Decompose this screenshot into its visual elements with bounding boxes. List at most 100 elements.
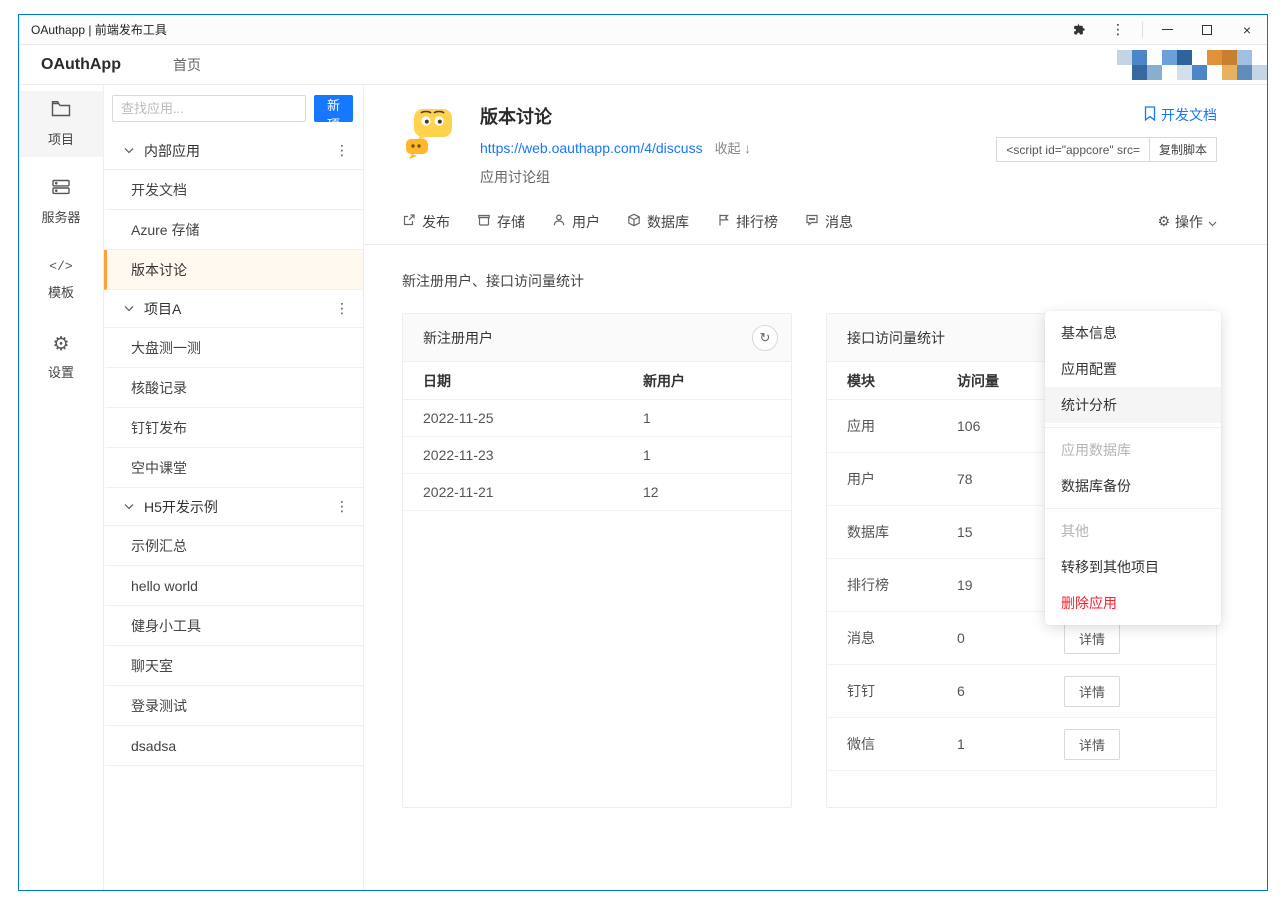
group-header-internal-apps[interactable]: 内部应用 ⋮ (104, 132, 363, 170)
card-title: 新注册用户 (423, 329, 493, 346)
menu-divider (1045, 427, 1221, 428)
table-row: 2022-11-23 1 (403, 437, 791, 474)
group-menu-icon[interactable]: ⋮ (333, 142, 351, 159)
new-users-card: 新注册用户 ↻ 日期 新用户 2022-11-25 1 2022-11-23 1 2 (402, 313, 792, 808)
menu-item-delete-app[interactable]: 删除应用 (1045, 585, 1221, 621)
app-list-item[interactable]: hello world (104, 566, 363, 606)
code-icon: </> (49, 259, 73, 274)
rail-item-settings[interactable]: ⚙ 设置 (19, 325, 103, 391)
chevron-down-icon (124, 147, 134, 154)
detail-button[interactable]: 详情 (1064, 622, 1121, 654)
app-list-item[interactable]: 空中课堂 (104, 448, 363, 488)
app-list-item[interactable]: dsadsa (104, 726, 363, 766)
external-link-icon (402, 213, 416, 230)
group-label: 项目A (144, 300, 182, 317)
folder-icon (51, 100, 71, 121)
app-subtitle: 应用讨论组 (480, 169, 550, 185)
tab-messages[interactable]: 消息 (805, 212, 853, 232)
app-list-item[interactable]: Azure 存储 (104, 210, 363, 250)
app-tabbar: 发布 存储 用户 数据库 排行榜 消息 ⚙ 操作 (364, 199, 1267, 245)
brand-pixel-logo (1117, 50, 1267, 80)
actions-menu-trigger[interactable]: ⚙ 操作 (1157, 212, 1217, 232)
dev-docs-link[interactable]: 开发文档 (1144, 105, 1217, 125)
rail-item-templates[interactable]: </> 模板 (19, 247, 103, 313)
app-list-item[interactable]: 核酸记录 (104, 368, 363, 408)
refresh-icon[interactable]: ↻ (752, 324, 778, 351)
tab-label: 用户 (572, 213, 600, 230)
menu-item-app-config[interactable]: 应用配置 (1045, 351, 1221, 387)
nav-item-home[interactable]: 首页 (173, 55, 201, 75)
menu-item-db-backup[interactable]: 数据库备份 (1045, 468, 1221, 504)
main-content: 版本讨论 https://web.oauthapp.com/4/discuss … (364, 85, 1267, 890)
tab-label: 发布 (422, 213, 450, 230)
tab-database[interactable]: 数据库 (627, 212, 689, 232)
app-list-item[interactable]: 健身小工具 (104, 606, 363, 646)
rail-item-label: 服务器 (41, 210, 81, 225)
table-row: 2022-11-25 1 (403, 400, 791, 437)
app-list-item[interactable]: 登录测试 (104, 686, 363, 726)
database-icon (627, 213, 641, 230)
server-icon (51, 178, 71, 199)
collapse-toggle[interactable]: 收起 ↓ (715, 138, 751, 157)
tab-label: 排行榜 (736, 213, 778, 230)
menu-divider (1045, 508, 1221, 509)
tab-publish[interactable]: 发布 (402, 212, 450, 232)
app-list-item[interactable]: 钉钉发布 (104, 408, 363, 448)
table-row: 钉钉 6 详情 (827, 665, 1216, 718)
gear-icon: ⚙ (1157, 213, 1170, 229)
app-list-item[interactable]: 示例汇总 (104, 526, 363, 566)
app-list-item[interactable]: 大盘测一测 (104, 328, 363, 368)
app-url-link[interactable]: https://web.oauthapp.com/4/discuss (480, 140, 703, 156)
rail-item-projects[interactable]: 项目 (19, 91, 103, 157)
chevron-down-icon (1208, 214, 1217, 230)
tab-users[interactable]: 用户 (552, 212, 600, 232)
search-input[interactable] (112, 95, 306, 122)
group-label: H5开发示例 (144, 498, 218, 515)
app-list-item[interactable]: 开发文档 (104, 170, 363, 210)
tab-storage[interactable]: 存储 (477, 212, 525, 232)
actions-label: 操作 (1175, 213, 1203, 230)
detail-button[interactable]: 详情 (1064, 675, 1121, 707)
close-icon[interactable]: × (1227, 15, 1267, 45)
group-menu-icon[interactable]: ⋮ (333, 300, 351, 317)
app-list-sidebar: 新项目 内部应用 ⋮ 开发文档 Azure 存储 版本讨论 项目A ⋮ 大盘测一… (104, 85, 364, 890)
maximize-icon[interactable] (1187, 15, 1227, 45)
group-menu-icon[interactable]: ⋮ (333, 498, 351, 515)
brand-logo-text[interactable]: OAuthApp (41, 56, 121, 74)
new-project-button[interactable]: 新项目 (314, 95, 353, 151)
group-header-h5-demos[interactable]: H5开发示例 ⋮ (104, 488, 363, 526)
storage-icon (477, 213, 491, 230)
table-header: 日期 新用户 (403, 362, 791, 400)
tab-label: 存储 (497, 213, 525, 230)
table-row: 2022-11-21 12 (403, 474, 791, 511)
menu-item-basic-info[interactable]: 基本信息 (1045, 315, 1221, 351)
menu-item-transfer-project[interactable]: 转移到其他项目 (1045, 549, 1221, 585)
tab-label: 消息 (825, 213, 853, 230)
sidebar-search-row: 新项目 (104, 85, 363, 151)
embed-script-box: <script id="appcore" src= 复制脚本 (996, 137, 1217, 162)
app-list-item-selected[interactable]: 版本讨论 (104, 250, 363, 290)
minimize-icon[interactable] (1147, 15, 1187, 45)
tab-label: 数据库 (647, 213, 689, 230)
ranking-icon (716, 213, 730, 230)
app-logo (402, 103, 458, 161)
detail-button[interactable]: 详情 (1064, 728, 1121, 760)
menu-item-stats-analysis[interactable]: 统计分析 (1045, 387, 1221, 423)
browser-menu-icon[interactable]: ⋮ (1098, 15, 1138, 45)
table-row: 微信 1 详情 (827, 718, 1216, 771)
chevron-down-icon (124, 305, 134, 312)
rail-item-label: 项目 (47, 132, 74, 147)
message-icon (805, 213, 819, 230)
copy-script-button[interactable]: 复制脚本 (1148, 138, 1216, 161)
titlebar: OAuthapp | 前端发布工具 ⋮ × (19, 15, 1267, 45)
app-list-item[interactable]: 聊天室 (104, 646, 363, 686)
extensions-icon[interactable] (1058, 15, 1098, 45)
menu-section-other: 其他 (1061, 523, 1089, 539)
dev-docs-label: 开发文档 (1161, 107, 1217, 123)
page-title: 版本讨论 (480, 107, 552, 127)
icon-rail: 项目 服务器 </> 模板 ⚙ 设置 (19, 85, 104, 890)
card-title: 接口访问量统计 (847, 329, 945, 346)
group-header-project-a[interactable]: 项目A ⋮ (104, 290, 363, 328)
rail-item-servers[interactable]: 服务器 (19, 169, 103, 235)
tab-ranking[interactable]: 排行榜 (716, 212, 778, 232)
